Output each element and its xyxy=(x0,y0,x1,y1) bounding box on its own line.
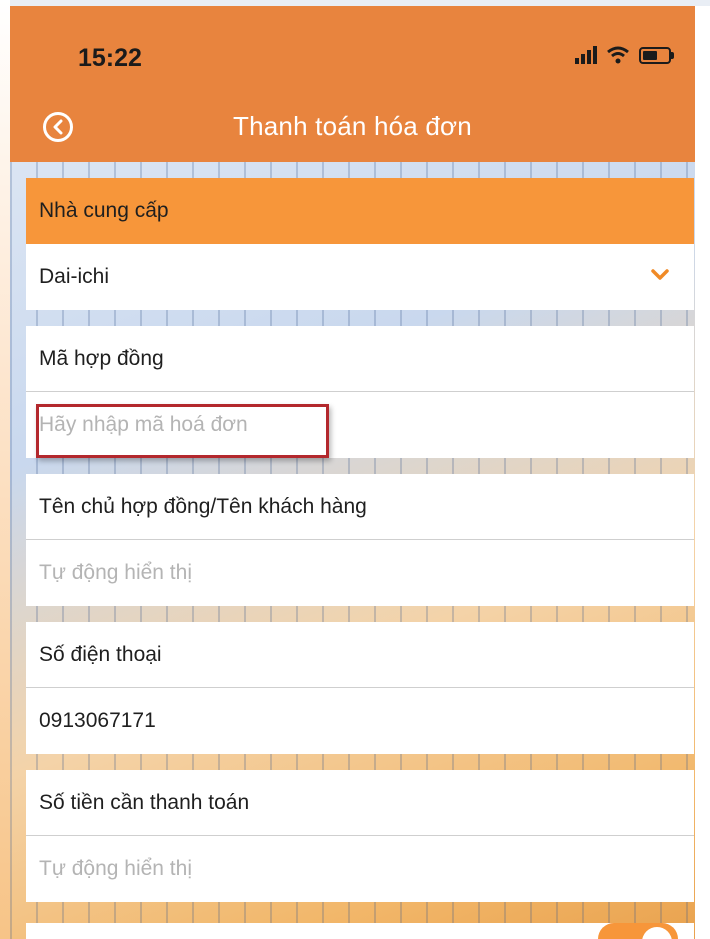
battery-icon xyxy=(639,46,674,64)
customer-label-row: Tên chủ hợp đồng/Tên khách hàng xyxy=(26,474,694,540)
amount-placeholder: Tự động hiển thị xyxy=(39,857,192,880)
status-time: 15:22 xyxy=(78,44,142,72)
phone-label: Số điện thoại xyxy=(39,642,162,666)
provider-label: Nhà cung cấp xyxy=(39,199,169,222)
customer-label: Tên chủ hợp đồng/Tên khách hàng xyxy=(39,494,367,518)
amount-field: Tự động hiển thị xyxy=(26,836,694,902)
wifi-icon xyxy=(607,46,629,64)
toggle-switch[interactable] xyxy=(598,923,678,939)
contract-label: Mã hợp đồng xyxy=(39,346,164,370)
chevron-down-icon xyxy=(651,269,669,280)
left-background-strip xyxy=(0,0,10,939)
nav-bar: Thanh toán hóa đơn xyxy=(10,96,695,162)
customer-field: Tự động hiển thị xyxy=(26,540,694,606)
status-bar: 15:22 xyxy=(10,6,695,96)
page-title: Thanh toán hóa đơn xyxy=(233,111,472,141)
contract-label-row: Mã hợp đồng xyxy=(26,326,694,392)
phone-label-row: Số điện thoại xyxy=(26,622,694,688)
app-frame: 15:22 Thanh toán hóa đơn Nhà cung cấp Da… xyxy=(0,0,710,939)
signal-icon xyxy=(575,46,597,64)
phone-value: 0913067171 xyxy=(39,709,156,732)
customer-placeholder: Tự động hiển thị xyxy=(39,561,192,584)
phone-input[interactable]: 0913067171 xyxy=(26,688,694,754)
provider-section-header: Nhà cung cấp xyxy=(26,178,694,244)
contract-input[interactable]: Hãy nhập mã hoá đơn xyxy=(26,392,694,458)
provider-select[interactable]: Dai-ichi xyxy=(26,244,694,310)
amount-label-row: Số tiền cần thanh toán xyxy=(26,770,694,836)
amount-label: Số tiền cần thanh toán xyxy=(39,790,250,814)
provider-value: Dai-ichi xyxy=(39,265,110,288)
next-row-partial xyxy=(26,923,694,939)
payment-form: Nhà cung cấp Dai-ichi Mã hợp đồng Hãy nh… xyxy=(26,178,694,902)
toggle-knob xyxy=(642,927,672,939)
contract-placeholder: Hãy nhập mã hoá đơn xyxy=(39,413,248,436)
status-icons xyxy=(575,46,674,64)
